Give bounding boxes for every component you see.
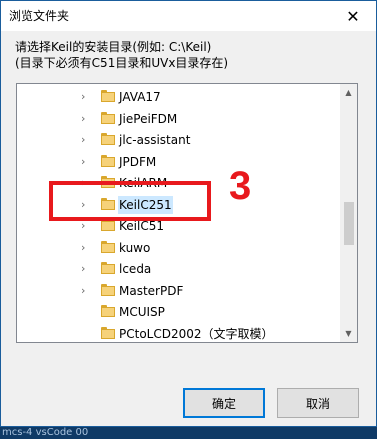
window-title: 浏览文件夹 bbox=[9, 9, 70, 23]
folder-icon bbox=[101, 154, 115, 167]
scrollbar-thumb[interactable] bbox=[344, 202, 354, 245]
chevron-right-icon[interactable]: › bbox=[81, 220, 91, 232]
tree-item[interactable]: › kuwo bbox=[17, 237, 342, 259]
tree-item[interactable]: › JiePeiFDM bbox=[17, 108, 342, 130]
annotation-highlight-box bbox=[49, 181, 211, 221]
tree-item-label: PCtoLCD2002（文字取模） bbox=[119, 326, 274, 341]
chevron-right-icon[interactable]: › bbox=[81, 134, 91, 146]
tree-item[interactable]: › MasterPDF bbox=[17, 280, 342, 302]
tree-item[interactable]: MCUISP bbox=[17, 301, 342, 323]
tree-item-label: MCUISP bbox=[119, 305, 165, 319]
vertical-scrollbar[interactable]: ▲ ▼ bbox=[340, 84, 357, 342]
tree-item-label: JPDFM bbox=[119, 154, 157, 169]
background-text: mcs-4 vsCode 00 bbox=[0, 426, 377, 439]
scroll-up-button[interactable]: ▲ bbox=[340, 84, 357, 101]
folder-icon bbox=[101, 262, 115, 274]
folder-icon bbox=[101, 240, 115, 253]
description-line-1: 请选择Keil的安装目录(例如: C:\Keil) bbox=[15, 40, 212, 54]
annotation-step-number: 3 bbox=[229, 164, 252, 208]
tree-item-label: kuwo bbox=[119, 240, 151, 255]
tree-item[interactable]: › JAVA17 bbox=[17, 86, 342, 108]
tree-item[interactable]: › JPDFM bbox=[17, 151, 342, 173]
tree-item-label: lceda bbox=[119, 262, 152, 276]
folder-icon bbox=[101, 283, 115, 296]
tree-item-label: MasterPDF bbox=[119, 283, 184, 298]
title-bar: 浏览文件夹 ✕ bbox=[1, 1, 376, 31]
tree-item[interactable]: PCtoLCD2002（文字取模） bbox=[17, 323, 342, 343]
folder-icon bbox=[101, 133, 115, 145]
dialog-description: 请选择Keil的安装目录(例如: C:\Keil) (目录下必须有C51目录和U… bbox=[15, 39, 228, 71]
cancel-button[interactable]: 取消 bbox=[277, 388, 359, 418]
tree-item-label: jlc-assistant bbox=[119, 133, 191, 147]
close-icon: ✕ bbox=[346, 6, 360, 26]
folder-icon bbox=[101, 305, 115, 317]
folder-icon bbox=[101, 111, 115, 124]
chevron-right-icon[interactable]: › bbox=[81, 112, 91, 125]
chevron-right-icon[interactable]: › bbox=[81, 155, 91, 168]
tree-item-label: JiePeiFDM bbox=[119, 111, 178, 126]
chevron-right-icon[interactable]: › bbox=[81, 284, 91, 297]
folder-icon bbox=[101, 90, 115, 102]
ok-button[interactable]: 确定 bbox=[183, 388, 265, 418]
close-button[interactable]: ✕ bbox=[330, 1, 376, 31]
chevron-right-icon[interactable]: › bbox=[81, 241, 91, 254]
tree-item[interactable]: › jlc-assistant bbox=[17, 129, 342, 151]
description-line-2: (目录下必须有C51目录和UVx目录存在) bbox=[15, 56, 229, 70]
chevron-right-icon[interactable]: › bbox=[81, 263, 91, 275]
chevron-right-icon[interactable]: › bbox=[81, 91, 91, 103]
scroll-down-button[interactable]: ▼ bbox=[340, 325, 357, 342]
tree-item-label: JAVA17 bbox=[119, 90, 161, 104]
tree-item[interactable]: › lceda bbox=[17, 258, 342, 280]
folder-icon bbox=[101, 326, 115, 339]
